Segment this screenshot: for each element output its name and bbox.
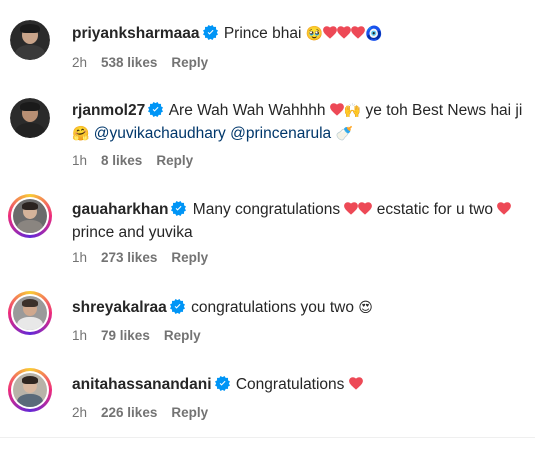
divider [0, 437, 535, 438]
likes-count[interactable]: 273 likes [101, 250, 157, 265]
comment-text: gauaharkhan Many congratulations ecstati… [72, 198, 523, 244]
evil-eye-icon: 🧿 [365, 25, 383, 41]
avatar-story-ring[interactable] [8, 291, 52, 335]
timestamp: 1h [72, 153, 88, 168]
likes-count[interactable]: 538 likes [101, 55, 157, 70]
comment-body: Prince bhai [223, 25, 306, 42]
baby-bottle-icon: 🍼 [335, 125, 353, 141]
timestamp: 1h [72, 250, 88, 265]
comment-body: Many congratulations [192, 201, 345, 218]
likes-count[interactable]: 226 likes [101, 405, 157, 420]
red-heart-icon [323, 26, 337, 39]
verified-badge-icon [203, 25, 218, 40]
smiling-face-icon: 🤗 [72, 125, 90, 141]
likes-count[interactable]: 79 likes [101, 328, 150, 343]
comment-meta: 1h 273 likes Reply [72, 250, 222, 265]
avatar-image [13, 373, 47, 407]
mention-link[interactable]: @yuvikachaudhary [94, 125, 226, 142]
red-heart-icon [358, 202, 372, 215]
avatar-story-ring[interactable] [8, 194, 52, 238]
comment-text: anitahassanandani Congratulations [72, 373, 523, 396]
timestamp: 1h [72, 328, 88, 343]
likes-count[interactable]: 8 likes [101, 153, 142, 168]
sad-face-icon: 🥹 [305, 25, 324, 41]
comment-meta: 2h 226 likes Reply [72, 405, 222, 420]
username[interactable]: priyanksharmaaa [72, 25, 200, 42]
avatar-story-ring[interactable] [8, 368, 52, 412]
username[interactable]: shreyakalraa [72, 299, 167, 316]
username[interactable]: anitahassanandani [72, 376, 212, 393]
reply-button[interactable]: Reply [164, 328, 201, 343]
avatar-image [13, 296, 47, 330]
red-heart-icon [344, 202, 358, 215]
avatar-image [10, 98, 50, 138]
avatar[interactable] [10, 98, 50, 138]
comment-meta: 2h 538 likes Reply [72, 55, 222, 70]
raising-hands-icon: 🙌 [343, 102, 362, 118]
reply-button[interactable]: Reply [171, 405, 208, 420]
avatar-image [13, 199, 47, 233]
red-heart-icon [497, 202, 511, 215]
comment-body: Congratulations [235, 376, 349, 393]
red-heart-icon [337, 26, 351, 39]
username[interactable]: rjanmol27 [72, 102, 145, 119]
comment-body-continued: ye toh Best News hai ji [361, 102, 523, 119]
timestamp: 2h [72, 55, 88, 70]
avatar-image [10, 20, 50, 60]
comment-body: congratulations you two [191, 299, 359, 316]
verified-badge-icon [148, 102, 163, 117]
red-heart-icon [351, 26, 365, 39]
comment-meta: 1h 8 likes Reply [72, 153, 207, 168]
timestamp: 2h [72, 405, 88, 420]
reply-button[interactable]: Reply [171, 55, 208, 70]
verified-badge-icon [171, 201, 186, 216]
comment-meta: 1h 79 likes Reply [72, 328, 215, 343]
heart-eyes-face-icon: 😍 [358, 299, 373, 315]
comment-body-continued: ecstatic for u two [372, 201, 498, 218]
comment-text: rjanmol27 Are Wah Wah Wahhhh 🙌 ye toh Be… [72, 99, 523, 145]
comment-text: shreyakalraa congratulations you two 😍 [72, 296, 523, 319]
mention-link[interactable]: @princenarula [230, 125, 331, 142]
username[interactable]: gauaharkhan [72, 201, 168, 218]
red-heart-icon [330, 103, 344, 116]
comment-text: priyanksharmaaa Prince bhai 🥹 🧿 [72, 22, 523, 45]
reply-button[interactable]: Reply [171, 250, 208, 265]
verified-badge-icon [170, 299, 185, 314]
verified-badge-icon [215, 376, 230, 391]
comment-body-end: prince and yuvika [72, 224, 193, 241]
red-heart-icon [349, 377, 363, 390]
avatar[interactable] [10, 20, 50, 60]
comment-body: Are Wah Wah Wahhhh [168, 102, 330, 119]
reply-button[interactable]: Reply [156, 153, 193, 168]
